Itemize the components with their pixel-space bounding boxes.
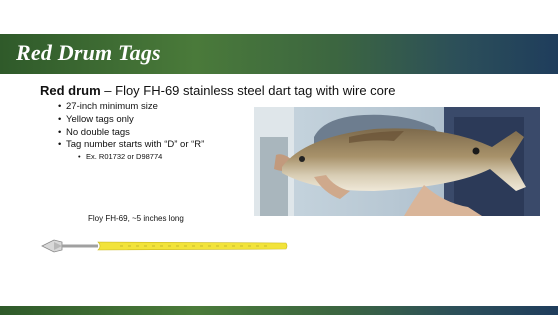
footer-bar [0, 306, 558, 315]
floy-tag-image [41, 239, 288, 253]
bullet-text: Tag number starts with “D” or “R” [66, 139, 205, 151]
bullet-item: • Tag number starts with “D” or “R” [58, 139, 205, 152]
bullet-text: 27-inch minimum size [66, 101, 158, 112]
bullet-text: No double tags [66, 126, 130, 138]
red-drum-photo [254, 107, 540, 216]
bullet-dot: • [58, 101, 62, 112]
heading-description: – Floy FH-69 stainless steel dart tag wi… [100, 83, 396, 98]
bullet-dot: • [58, 139, 62, 151]
bullet-text: Yellow tags only [66, 113, 134, 125]
tag-caption: Floy FH-69, ~5 inches long [88, 214, 184, 223]
bullet-dot: • [58, 126, 62, 138]
slide-title: Red Drum Tags [16, 40, 161, 65]
bullet-item: • 27-inch minimum size [58, 101, 204, 114]
heading-species: Red drum [40, 83, 101, 98]
bullet-dot: • [58, 113, 62, 125]
sub-bullet: • Ex. R01732 or D98774 [78, 152, 163, 161]
slide: Red Drum Tags Red drum – Floy FH-69 stai… [0, 0, 558, 315]
bullet-list: • 27-inch minimum size • Yellow tags only … [58, 101, 205, 152]
title-bar: Red Drum Tags [0, 34, 558, 74]
sub-bullet-text: Ex. R01732 or D98774 [86, 152, 163, 161]
bullet-item: • Yellow tags only [58, 113, 204, 127]
slide-heading: Red drum – Floy FH-69 stainless steel da… [40, 83, 395, 98]
bullet-item: • No double tags [58, 126, 204, 140]
sub-bullet-dot: • [78, 152, 81, 161]
